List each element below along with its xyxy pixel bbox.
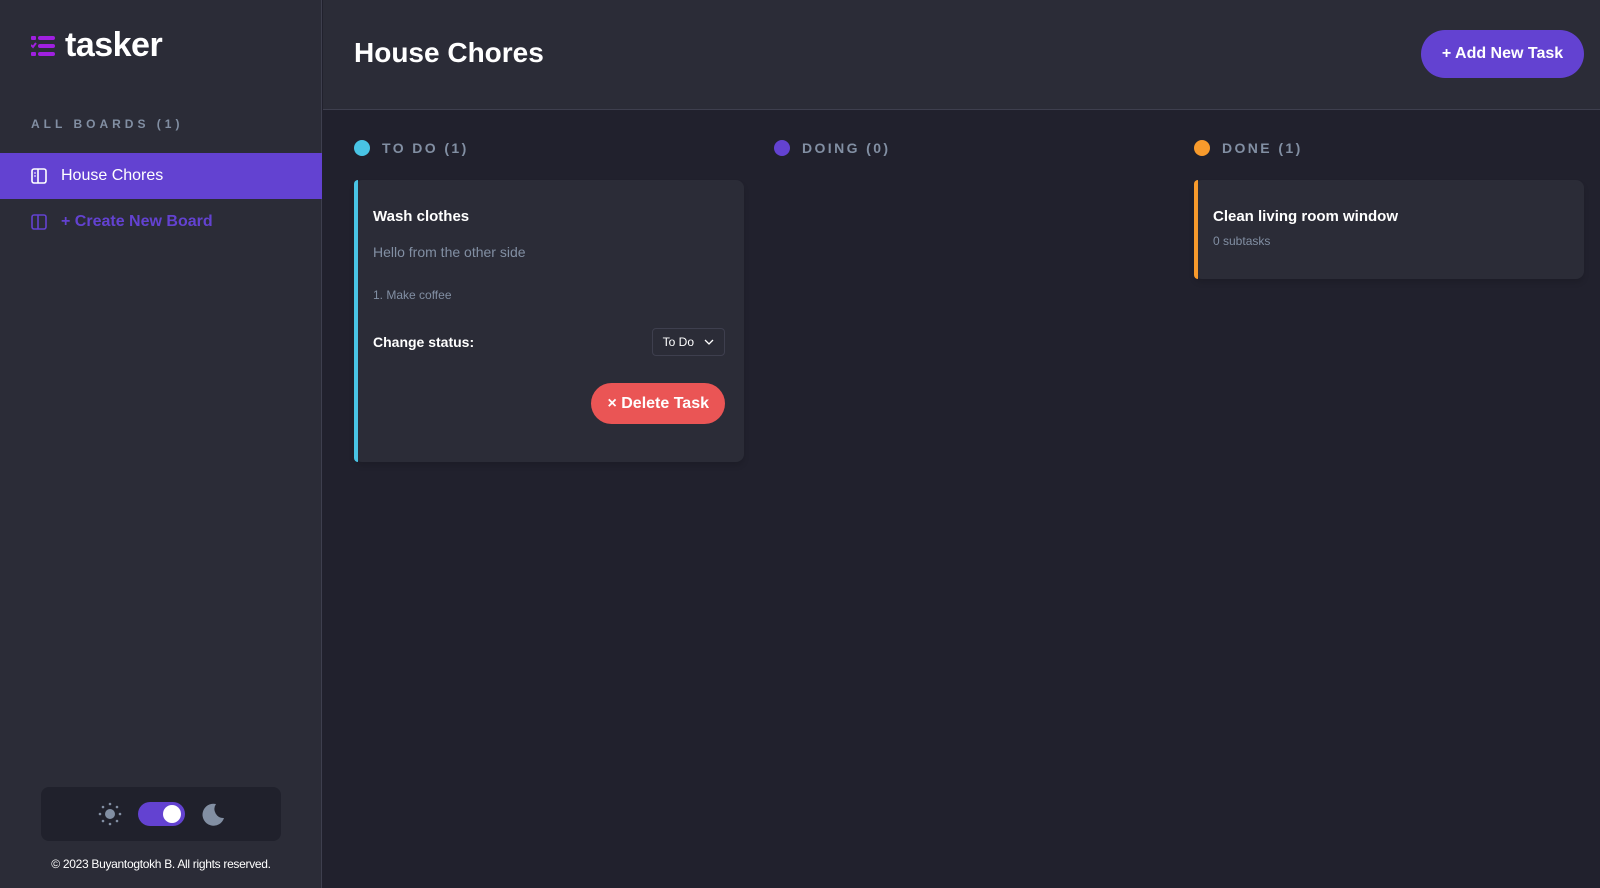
todo-dot-icon [354, 140, 370, 156]
board-icon [31, 168, 47, 184]
subtask-item[interactable]: 1. Make coffee [373, 288, 725, 302]
doing-dot-icon [774, 140, 790, 156]
column-done: DONE (1) Clean living room window 0 subt… [1194, 138, 1584, 279]
moon-icon [202, 803, 224, 826]
card-accent-bar [354, 180, 358, 462]
task-title: Clean living room window [1213, 208, 1399, 225]
sidebar-item-label: House Chores [61, 167, 164, 184]
column-title: DOING (0) [802, 140, 891, 156]
card-accent-bar [1194, 180, 1198, 279]
column-title: TO DO (1) [382, 140, 469, 156]
app-name: tasker [65, 26, 163, 64]
theme-switcher [41, 787, 281, 841]
create-board-label: + Create New Board [61, 213, 213, 230]
checklist-logo-icon [31, 35, 55, 56]
sidebar-item-house-chores[interactable]: House Chores [0, 153, 322, 199]
board-icon [31, 214, 47, 230]
column-todo: TO DO (1) Wash clothes Hello from the ot… [354, 138, 744, 462]
status-select[interactable]: To Do [651, 328, 725, 356]
task-card[interactable]: Clean living room window 0 subtasks [1194, 180, 1584, 279]
copyright: © 2023 Buyantogtokh B. All rights reserv… [51, 857, 271, 871]
status-value: To Do [662, 335, 694, 349]
chevron-down-icon [704, 339, 714, 345]
toggle-knob [162, 805, 181, 823]
change-status-label: Change status: [373, 334, 475, 350]
logo[interactable]: tasker [31, 26, 163, 65]
sun-icon [98, 802, 121, 826]
done-dot-icon [1194, 140, 1210, 156]
column-doing: DOING (0) [774, 138, 1164, 158]
task-card[interactable]: Wash clothes Hello from the other side 1… [354, 180, 744, 462]
subtask-count: 0 subtasks [1213, 234, 1271, 248]
header: House Chores + Add New Task [323, 0, 1600, 110]
add-new-task-button[interactable]: + Add New Task [1421, 30, 1584, 78]
sidebar: tasker ALL BOARDS (1) House Chores + Cre… [0, 0, 322, 888]
delete-task-button[interactable]: × Delete Task [591, 383, 725, 424]
column-title: DONE (1) [1222, 140, 1303, 156]
page-title: House Chores [354, 37, 544, 68]
task-description: Hello from the other side [373, 244, 526, 260]
task-title: Wash clothes [373, 208, 470, 225]
create-new-board-button[interactable]: + Create New Board [0, 199, 322, 245]
all-boards-label: ALL BOARDS (1) [31, 117, 184, 131]
dark-mode-toggle[interactable] [137, 802, 185, 826]
